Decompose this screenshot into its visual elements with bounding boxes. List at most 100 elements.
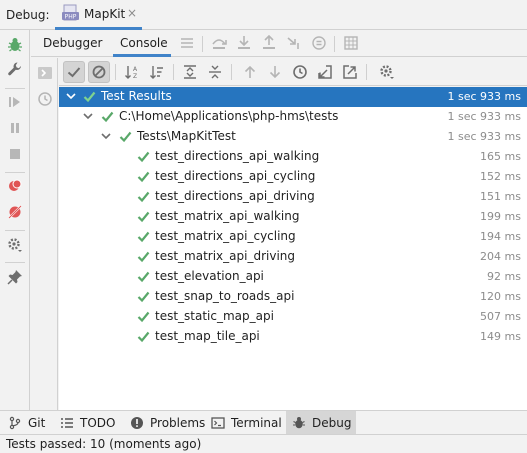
test-settings-gear-icon[interactable] — [376, 61, 398, 83]
next-failed-icon[interactable] — [264, 61, 286, 83]
show-passed-check-icon[interactable] — [63, 61, 85, 83]
debug-label: Debug: — [6, 8, 50, 22]
previous-failed-icon[interactable] — [239, 61, 261, 83]
tool-window-debug[interactable]: Debug — [286, 411, 356, 435]
wrench-icon[interactable] — [6, 60, 24, 78]
test-results-tree: Test Results 1 sec 933 ms C:\Home\Applic… — [59, 87, 527, 410]
svg-text:PHP: PHP — [65, 14, 77, 21]
tree-row-test[interactable]: test_matrix_api_walking 199 ms — [59, 207, 527, 227]
tree-row-duration: 194 ms — [480, 230, 521, 243]
passed-check-icon — [137, 291, 150, 303]
tree-row-test[interactable]: test_snap_to_roads_api 120 ms — [59, 287, 527, 307]
test-runner-toolbar: AZ — [59, 58, 527, 86]
tree-row-duration: 1 sec 933 ms — [447, 90, 521, 103]
tree-row-label: test_matrix_api_driving — [155, 249, 296, 263]
tree-row-test[interactable]: test_map_tile_api 149 ms — [59, 327, 527, 347]
tree-row-path[interactable]: C:\Home\Applications\php-hms\tests 1 sec… — [59, 107, 527, 127]
tree-row-suite[interactable]: Tests\MapKitTest 1 sec 933 ms — [59, 127, 527, 147]
tree-row-duration: 149 ms — [480, 330, 521, 343]
passed-check-icon — [119, 131, 132, 143]
todo-list-icon — [60, 416, 74, 430]
tree-row-label: test_matrix_api_cycling — [155, 229, 296, 243]
mute-breakpoints-icon[interactable] — [6, 203, 24, 221]
tree-row-test[interactable]: test_static_map_api 507 ms — [59, 307, 527, 327]
import-tests-icon[interactable] — [314, 61, 336, 83]
passed-check-icon — [137, 211, 150, 223]
expand-all-icon[interactable] — [179, 61, 201, 83]
svg-text:A: A — [133, 66, 138, 73]
tree-row-label: test_snap_to_roads_api — [155, 289, 295, 303]
tree-row-test[interactable]: test_directions_api_cycling 152 ms — [59, 167, 527, 187]
pin-icon[interactable] — [6, 268, 24, 286]
step-out-icon[interactable] — [260, 34, 278, 52]
passed-check-icon — [137, 331, 150, 343]
tool-window-problems-label: Problems — [150, 416, 206, 430]
status-bar: Tests passed: 10 (moments ago) — [0, 434, 527, 453]
console-expand-icon[interactable] — [36, 64, 54, 82]
tool-window-todo-label: TODO — [80, 416, 116, 430]
test-runner-side-column — [31, 58, 58, 410]
tab-debugger-label: Debugger — [43, 36, 103, 50]
tree-row-test[interactable]: test_matrix_api_driving 204 ms — [59, 247, 527, 267]
tree-row-test[interactable]: test_directions_api_driving 151 ms — [59, 187, 527, 207]
chevron-down-icon[interactable] — [65, 90, 77, 102]
close-icon[interactable]: × — [127, 6, 137, 20]
tool-window-git-label: Git — [28, 416, 46, 430]
tree-row-test-results[interactable]: Test Results 1 sec 933 ms — [59, 87, 527, 107]
chevron-down-icon[interactable] — [82, 110, 94, 122]
settings-gear-icon[interactable] — [6, 236, 24, 254]
history-clock-icon[interactable] — [36, 90, 54, 108]
debug-bug-icon — [292, 416, 306, 430]
export-results-icon[interactable] — [339, 61, 361, 83]
tree-row-duration: 1 sec 933 ms — [447, 130, 521, 143]
git-branch-icon — [8, 416, 22, 430]
tree-row-duration: 204 ms — [480, 250, 521, 263]
passed-check-icon — [137, 311, 150, 323]
session-tab[interactable]: PHP MapKit × — [55, 0, 142, 30]
debug-left-toolbar — [0, 30, 30, 410]
php-file-icon: PHP — [62, 4, 80, 22]
tab-console-label: Console — [120, 36, 168, 50]
tool-window-debug-label: Debug — [312, 416, 352, 430]
status-text[interactable]: Tests passed: 10 (moments ago) — [6, 437, 201, 451]
svg-text:Z: Z — [133, 73, 137, 80]
tree-row-label: test_directions_api_driving — [155, 189, 315, 203]
tree-row-test[interactable]: test_elevation_api 92 ms — [59, 267, 527, 287]
step-over-icon[interactable] — [210, 34, 228, 52]
menu-lines-icon[interactable] — [178, 34, 196, 52]
tool-window-terminal-label: Terminal — [231, 416, 282, 430]
tree-row-label: test_elevation_api — [155, 269, 264, 283]
debug-bug-icon[interactable] — [6, 36, 24, 54]
tree-row-test[interactable]: test_directions_api_walking 165 ms — [59, 147, 527, 167]
view-breakpoints-icon[interactable] — [6, 177, 24, 195]
step-into-icon[interactable] — [235, 34, 253, 52]
tab-console[interactable]: Console — [113, 30, 171, 57]
table-grid-icon[interactable] — [342, 34, 360, 52]
tool-window-terminal[interactable]: Terminal — [205, 411, 288, 435]
passed-check-icon — [137, 251, 150, 263]
passed-check-icon — [137, 271, 150, 283]
tool-window-todo[interactable]: TODO — [54, 411, 121, 435]
sort-by-duration-icon[interactable] — [146, 61, 168, 83]
tab-debugger[interactable]: Debugger — [43, 30, 107, 57]
tree-row-duration: 151 ms — [480, 190, 521, 203]
stop-icon[interactable] — [6, 145, 24, 163]
tool-window-problems[interactable]: Problems — [124, 411, 211, 435]
tree-row-label: C:\Home\Applications\php-hms\tests — [119, 109, 339, 123]
pause-icon[interactable] — [6, 119, 24, 137]
test-history-icon[interactable] — [289, 61, 311, 83]
tool-window-bar: Git TODO Problems Terminal Debug — [0, 410, 527, 435]
tree-row-test[interactable]: test_matrix_api_cycling 194 ms — [59, 227, 527, 247]
debug-titlebar: Debug: PHP MapKit × — [0, 0, 527, 30]
sort-alphabetically-icon[interactable]: AZ — [121, 61, 143, 83]
chevron-down-icon[interactable] — [100, 130, 112, 142]
passed-check-icon — [137, 171, 150, 183]
resume-icon[interactable] — [6, 93, 24, 111]
collapse-all-icon[interactable] — [204, 61, 226, 83]
tool-window-git[interactable]: Git — [2, 411, 51, 435]
run-to-cursor-icon[interactable] — [285, 34, 303, 52]
passed-check-icon — [137, 231, 150, 243]
show-ignored-icon[interactable] — [88, 61, 110, 83]
evaluate-expression-icon[interactable] — [310, 34, 328, 52]
tree-row-duration: 152 ms — [480, 170, 521, 183]
